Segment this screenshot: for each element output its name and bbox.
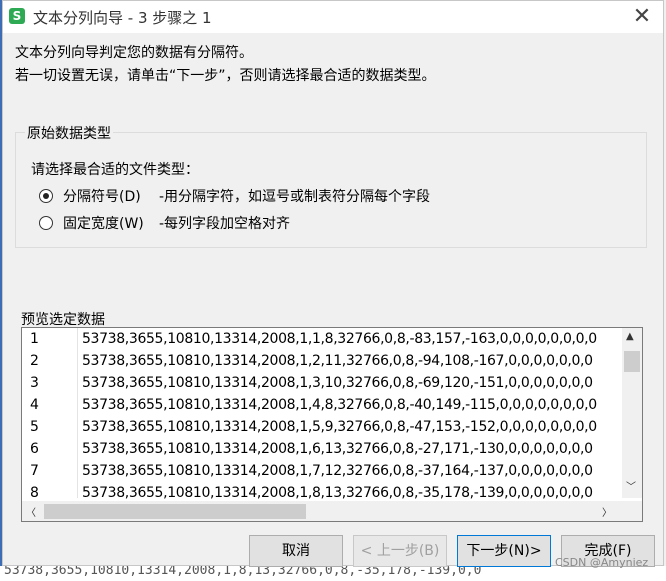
preview-row: 3 53738,3655,10810,13314,2008,1,3,10,327…	[22, 372, 622, 394]
next-button[interactable]: 下一步(N)>	[457, 535, 551, 567]
horizontal-scrollbar[interactable]: 〈 〉	[22, 501, 622, 521]
preview-row: 2 53738,3655,10810,13314,2008,1,2,11,327…	[22, 350, 622, 372]
cancel-button[interactable]: 取消	[249, 535, 343, 567]
row-text: 53738,3655,10810,13314,2008,1,2,11,32766…	[82, 353, 593, 369]
row-number: 6	[30, 441, 39, 457]
radio-option-fixed-width[interactable]: 固定宽度(W) -每列字段加空格对齐	[39, 212, 290, 234]
preview-row: 5 53738,3655,10810,13314,2008,1,5,9,3276…	[22, 416, 622, 438]
intro-line-2: 若一切设置无误，请单击“下一步”，否则请选择最合适的数据类型。	[15, 68, 436, 84]
horizontal-scroll-thumb[interactable]	[44, 504, 306, 519]
vertical-scroll-thumb[interactable]	[624, 351, 640, 372]
intro-line-1: 文本分列向导判定您的数据有分隔符。	[15, 45, 253, 61]
scroll-left-icon[interactable]: 〈	[26, 504, 36, 519]
title-bar: S 文本分列向导 - 3 步骤之 1 ✕	[3, 1, 663, 33]
row-text: 53738,3655,10810,13314,2008,1,3,10,32766…	[82, 375, 593, 391]
radio-description: -用分隔字符，如逗号或制表符分隔每个字段	[159, 189, 431, 205]
scroll-right-icon[interactable]: 〉	[602, 504, 612, 519]
group-title: 原始数据类型	[25, 123, 113, 143]
scrollbar-corner	[622, 501, 642, 521]
file-type-prompt: 请选择最合适的文件类型：	[31, 162, 199, 178]
row-number: 7	[30, 463, 39, 479]
row-number: 4	[30, 397, 39, 413]
preview-title: 预览选定数据	[21, 312, 105, 328]
row-text: 53738,3655,10810,13314,2008,1,4,8,32766,…	[82, 397, 597, 413]
preview-row: 4 53738,3655,10810,13314,2008,1,4,8,3276…	[22, 394, 622, 416]
data-preview-pane[interactable]: 1 53738,3655,10810,13314,2008,1,1,8,3276…	[21, 327, 643, 522]
radio-option-delimited[interactable]: 分隔符号(D) -用分隔字符，如逗号或制表符分隔每个字段	[39, 185, 430, 207]
preview-row: 7 53738,3655,10810,13314,2008,1,7,12,327…	[22, 460, 622, 482]
row-text: 53738,3655,10810,13314,2008,1,1,8,32766,…	[82, 331, 597, 347]
radio-description: -每列字段加空格对齐	[159, 216, 291, 232]
row-text: 53738,3655,10810,13314,2008,1,7,12,32766…	[82, 463, 593, 479]
back-button[interactable]: < 上一步(B)	[353, 535, 447, 567]
vertical-scrollbar[interactable]: ▲ ﹀	[622, 328, 642, 498]
radio-label[interactable]: 分隔符号(D)	[63, 186, 159, 206]
row-number: 5	[30, 419, 39, 435]
wps-spreadsheet-icon: S	[9, 8, 25, 24]
row-number: 2	[30, 353, 39, 369]
radio-label[interactable]: 固定宽度(W)	[63, 213, 159, 233]
preview-row: 6 53738,3655,10810,13314,2008,1,6,13,327…	[22, 438, 622, 460]
row-number: 3	[30, 375, 39, 391]
scroll-up-icon[interactable]: ▲	[626, 331, 634, 342]
csdn-watermark: CSDN @Amyniez	[555, 556, 649, 569]
text-to-columns-dialog: S 文本分列向导 - 3 步骤之 1 ✕ 文本分列向导判定您的数据有分隔符。 若…	[2, 0, 664, 567]
window-title: 文本分列向导 - 3 步骤之 1	[33, 9, 212, 27]
scroll-down-icon[interactable]: ﹀	[626, 478, 636, 493]
radio-fixed-width[interactable]	[39, 216, 53, 230]
row-text: 53738,3655,10810,13314,2008,1,5,9,32766,…	[82, 419, 597, 435]
preview-row: 1 53738,3655,10810,13314,2008,1,1,8,3276…	[22, 328, 622, 350]
close-icon[interactable]: ✕	[627, 3, 657, 31]
background-strip-text: 53738,3655,10810,13314,2008,1,8,13,32766…	[4, 566, 482, 578]
row-text: 53738,3655,10810,13314,2008,1,6,13,32766…	[82, 441, 593, 457]
radio-delimited[interactable]	[39, 189, 53, 203]
row-number: 1	[30, 331, 39, 347]
